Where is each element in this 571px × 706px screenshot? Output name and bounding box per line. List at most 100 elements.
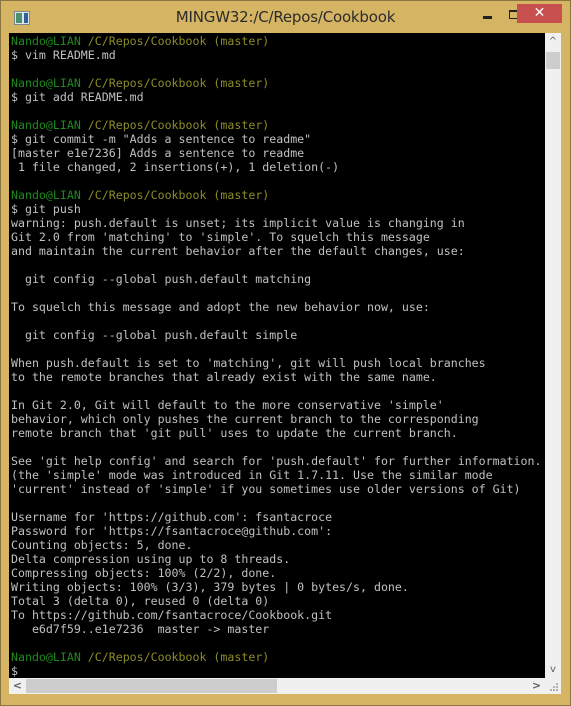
prompt-line: Nando@LIAN /C/Repos/Cookbook (master) [11, 76, 541, 90]
output-text: $ git commit -m "Adds a sentence to read… [11, 132, 312, 146]
scroll-down-icon[interactable]: v [545, 661, 561, 678]
prompt-user-host: Nando@LIAN [11, 34, 81, 48]
prompt-path: /C/Repos/Cookbook (master) [87, 188, 270, 202]
horizontal-scrollbar[interactable]: < > [9, 678, 545, 694]
output-line: git config --global push.default simple [11, 328, 541, 342]
output-line: 'current' instead of 'simple' if you som… [11, 482, 541, 496]
output-text: remote branch that 'git pull' uses to up… [11, 426, 458, 440]
close-button[interactable]: ✕ [517, 4, 562, 23]
prompt-path: /C/Repos/Cookbook (master) [87, 76, 270, 90]
output-line: $ vim README.md [11, 48, 541, 62]
output-line: (the 'simple' mode was introduced in Git… [11, 468, 541, 482]
output-text: Username for 'https://github.com': fsant… [11, 510, 333, 524]
output-line: [master e1e7236] Adds a sentence to read… [11, 146, 541, 160]
output-text: See 'git help config' and search for 'pu… [11, 454, 542, 468]
output-text: $ git add README.md [11, 90, 144, 104]
output-text: Password for 'https://fsantacroce@github… [11, 524, 333, 538]
scroll-up-icon[interactable]: ^ [545, 33, 561, 50]
output-line: behavior, which only pushes the current … [11, 412, 541, 426]
output-line: and maintain the current behavior after … [11, 244, 541, 258]
minimize-button[interactable] [475, 5, 501, 25]
output-line: remote branch that 'git pull' uses to up… [11, 426, 541, 440]
output-line: Git 2.0 from 'matching' to 'simple'. To … [11, 230, 541, 244]
prompt-path: /C/Repos/Cookbook (master) [87, 118, 270, 132]
prompt-line: Nando@LIAN /C/Repos/Cookbook (master) [11, 650, 541, 664]
output-line: $ git push [11, 202, 541, 216]
output-line: 1 file changed, 2 insertions(+), 1 delet… [11, 160, 541, 174]
output-text: warning: push.default is unset; its impl… [11, 216, 465, 230]
output-text: In Git 2.0, Git will default to the more… [11, 398, 444, 412]
output-text: 'current' instead of 'simple' if you som… [11, 482, 521, 496]
output-line: Writing objects: 100% (3/3), 379 bytes |… [11, 580, 541, 594]
output-line: $ git commit -m "Adds a sentence to read… [11, 132, 541, 146]
terminal-lines: Nando@LIAN /C/Repos/Cookbook (master) $ v… [11, 34, 541, 678]
output-text: When push.default is set to 'matching', … [11, 356, 486, 370]
output-text: (the 'simple' mode was introduced in Git… [11, 468, 493, 482]
output-text: $ git push [11, 202, 81, 216]
output-text: Total 3 (delta 0), reused 0 (delta 0) [11, 594, 270, 608]
output-line: git config --global push.default matchin… [11, 272, 541, 286]
scroll-right-icon[interactable]: > [528, 678, 545, 694]
terminal-output[interactable]: Nando@LIAN /C/Repos/Cookbook (master) $ v… [9, 33, 545, 678]
prompt-user-host: Nando@LIAN [11, 650, 81, 664]
output-text: Counting objects: 5, done. [11, 538, 193, 552]
output-line: Password for 'https://fsantacroce@github… [11, 524, 541, 538]
output-text: git config --global push.default simple [11, 328, 298, 342]
output-line: In Git 2.0, Git will default to the more… [11, 398, 541, 412]
output-text: behavior, which only pushes the current … [11, 412, 479, 426]
title-bar[interactable]: MINGW32:/C/Repos/Cookbook ✕ [1, 1, 570, 34]
prompt-line: Nando@LIAN /C/Repos/Cookbook (master) [11, 34, 541, 48]
prompt-path: /C/Repos/Cookbook (master) [87, 34, 270, 48]
vertical-scroll-thumb[interactable] [546, 52, 560, 69]
output-line: warning: push.default is unset; its impl… [11, 216, 541, 230]
output-text: and maintain the current behavior after … [11, 244, 465, 258]
output-line: To squelch this message and adopt the ne… [11, 300, 541, 314]
prompt-line: Nando@LIAN /C/Repos/Cookbook (master) [11, 118, 541, 132]
prompt-user-host: Nando@LIAN [11, 188, 81, 202]
output-text: $ [11, 664, 18, 678]
prompt-user-host: Nando@LIAN [11, 118, 81, 132]
output-line: $ git add README.md [11, 90, 541, 104]
resize-grip-icon[interactable] [545, 678, 561, 694]
output-text: e6d7f59..e1e7236 master -> master [11, 622, 270, 636]
output-text: git config --global push.default matchin… [11, 272, 312, 286]
output-line: Total 3 (delta 0), reused 0 (delta 0) [11, 594, 541, 608]
output-line: Counting objects: 5, done. [11, 538, 541, 552]
output-text: Git 2.0 from 'matching' to 'simple'. To … [11, 230, 430, 244]
output-text: $ vim README.md [11, 48, 116, 62]
output-text: [master e1e7236] Adds a sentence to read… [11, 146, 305, 160]
output-line: Compressing objects: 100% (2/2), done. [11, 566, 541, 580]
output-text: Delta compression using up to 8 threads. [11, 552, 291, 566]
vertical-scrollbar[interactable]: ^ v [545, 33, 561, 678]
output-line: e6d7f59..e1e7236 master -> master [11, 622, 541, 636]
output-text: 1 file changed, 2 insertions(+), 1 delet… [11, 160, 340, 174]
output-text: Writing objects: 100% (3/3), 379 bytes |… [11, 580, 409, 594]
prompt-line: Nando@LIAN /C/Repos/Cookbook (master) [11, 188, 541, 202]
prompt-user-host: Nando@LIAN [11, 76, 81, 90]
output-line: Username for 'https://github.com': fsant… [11, 510, 541, 524]
horizontal-scroll-thumb[interactable] [26, 679, 277, 693]
output-line: See 'git help config' and search for 'pu… [11, 454, 541, 468]
output-text: To https://github.com/fsantacroce/Cookbo… [11, 608, 333, 622]
output-text: Compressing objects: 100% (2/2), done. [11, 566, 277, 580]
output-line: To https://github.com/fsantacroce/Cookbo… [11, 608, 541, 622]
output-line: When push.default is set to 'matching', … [11, 356, 541, 370]
output-text: to the remote branches that already exis… [11, 370, 437, 384]
output-line: to the remote branches that already exis… [11, 370, 541, 384]
output-line: Delta compression using up to 8 threads. [11, 552, 541, 566]
prompt-path: /C/Repos/Cookbook (master) [87, 650, 270, 664]
output-line: $ [11, 664, 541, 678]
scroll-left-icon[interactable]: < [9, 678, 26, 694]
output-text: To squelch this message and adopt the ne… [11, 300, 430, 314]
